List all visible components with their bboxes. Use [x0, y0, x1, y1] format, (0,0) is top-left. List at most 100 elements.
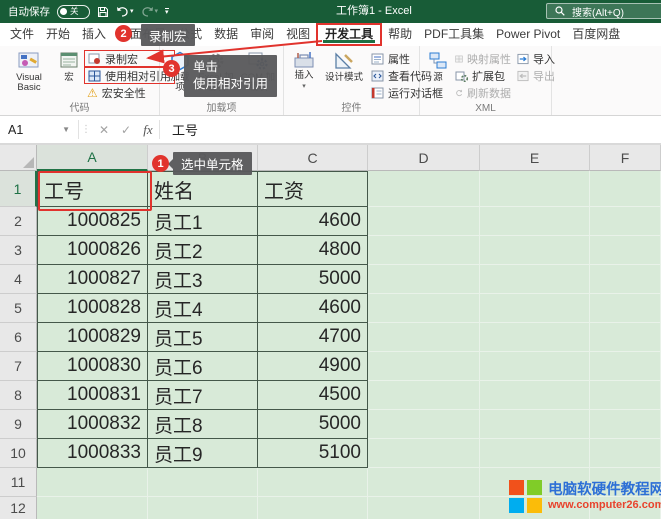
formula-input[interactable]: 工号	[172, 120, 198, 139]
cell-b4[interactable]: 员工3	[148, 265, 258, 294]
cell-f5[interactable]	[590, 294, 661, 323]
cell-b11[interactable]	[148, 468, 258, 497]
select-all-corner[interactable]	[0, 145, 37, 171]
cell-c12[interactable]	[258, 497, 368, 519]
cell-a5[interactable]: 1000828	[37, 294, 148, 323]
tab-baidu-netdisk[interactable]: 百度网盘	[566, 23, 626, 46]
cell-c1[interactable]: 工资	[258, 171, 368, 207]
row-header-6[interactable]: 6	[0, 323, 37, 352]
tab-file[interactable]: 文件	[4, 23, 40, 46]
cell-f3[interactable]	[590, 236, 661, 265]
tab-view[interactable]: 视图	[280, 23, 316, 46]
cell-e6[interactable]	[480, 323, 590, 352]
cell-c6[interactable]: 4700	[258, 323, 368, 352]
cell-f8[interactable]	[590, 381, 661, 410]
cell-e9[interactable]	[480, 410, 590, 439]
cell-a2[interactable]: 1000825	[37, 207, 148, 236]
autosave-toggle[interactable]: 关	[57, 5, 90, 19]
cell-d12[interactable]	[368, 497, 480, 519]
cell-a3[interactable]: 1000826	[37, 236, 148, 265]
formula-bar-handle[interactable]: ⋮	[79, 124, 93, 135]
row-header-10[interactable]: 10	[0, 439, 37, 468]
insert-function-button[interactable]: fx	[137, 122, 159, 138]
cell-f10[interactable]	[590, 439, 661, 468]
cell-a8[interactable]: 1000831	[37, 381, 148, 410]
enter-button[interactable]: ✓	[115, 123, 137, 137]
row-header-8[interactable]: 8	[0, 381, 37, 410]
cell-b3[interactable]: 员工2	[148, 236, 258, 265]
cell-e7[interactable]	[480, 352, 590, 381]
cell-b9[interactable]: 员工8	[148, 410, 258, 439]
cell-e10[interactable]	[480, 439, 590, 468]
cell-a7[interactable]: 1000830	[37, 352, 148, 381]
cancel-button[interactable]: ✕	[93, 123, 115, 137]
cell-a12[interactable]	[37, 497, 148, 519]
insert-control-button[interactable]: 插入 ▾	[288, 48, 320, 90]
cell-f9[interactable]	[590, 410, 661, 439]
row-header-1[interactable]: 1	[0, 171, 37, 207]
cell-a1[interactable]: 工号	[37, 171, 148, 207]
tab-developer[interactable]: 开发工具	[316, 23, 382, 46]
cell-d6[interactable]	[368, 323, 480, 352]
design-mode-button[interactable]: 设计模式	[320, 48, 368, 83]
cell-e8[interactable]	[480, 381, 590, 410]
cell-e3[interactable]	[480, 236, 590, 265]
cell-f4[interactable]	[590, 265, 661, 294]
cell-d11[interactable]	[368, 468, 480, 497]
row-header-11[interactable]: 11	[0, 468, 37, 497]
tab-pdf-tools[interactable]: PDF工具集	[418, 23, 490, 46]
cell-d1[interactable]	[368, 171, 480, 207]
column-header-c[interactable]: C	[258, 145, 368, 171]
cell-c11[interactable]	[258, 468, 368, 497]
cell-c8[interactable]: 4500	[258, 381, 368, 410]
cell-d5[interactable]	[368, 294, 480, 323]
column-header-e[interactable]: E	[480, 145, 590, 171]
tab-insert[interactable]: 插入	[76, 23, 112, 46]
cell-c9[interactable]: 5000	[258, 410, 368, 439]
cell-f2[interactable]	[590, 207, 661, 236]
cell-d8[interactable]	[368, 381, 480, 410]
cell-e4[interactable]	[480, 265, 590, 294]
quick-access-customize-button[interactable]: ▾	[165, 8, 169, 16]
visual-basic-button[interactable]: Visual Basic	[4, 48, 54, 93]
import-button[interactable]: 导入	[514, 50, 558, 67]
tab-help[interactable]: 帮助	[382, 23, 418, 46]
cell-b5[interactable]: 员工4	[148, 294, 258, 323]
cell-c7[interactable]: 4900	[258, 352, 368, 381]
row-header-2[interactable]: 2	[0, 207, 37, 236]
cell-d10[interactable]	[368, 439, 480, 468]
row-header-9[interactable]: 9	[0, 410, 37, 439]
cell-a4[interactable]: 1000827	[37, 265, 148, 294]
xml-source-button[interactable]: 源	[424, 48, 452, 83]
row-header-3[interactable]: 3	[0, 236, 37, 265]
tab-home[interactable]: 开始	[40, 23, 76, 46]
tab-power-pivot[interactable]: Power Pivot	[490, 23, 566, 46]
tab-data[interactable]: 数据	[208, 23, 244, 46]
row-header-4[interactable]: 4	[0, 265, 37, 294]
undo-button[interactable]: ▾	[116, 6, 134, 17]
row-header-7[interactable]: 7	[0, 352, 37, 381]
row-header-12[interactable]: 12	[0, 497, 37, 519]
cell-b12[interactable]	[148, 497, 258, 519]
cell-c10[interactable]: 5100	[258, 439, 368, 468]
cell-f1[interactable]	[590, 171, 661, 207]
cell-f7[interactable]	[590, 352, 661, 381]
cell-a6[interactable]: 1000829	[37, 323, 148, 352]
cell-e1[interactable]	[480, 171, 590, 207]
cell-d7[interactable]	[368, 352, 480, 381]
cell-c5[interactable]: 4600	[258, 294, 368, 323]
redo-button[interactable]: ▾	[141, 6, 159, 17]
cell-c3[interactable]: 4800	[258, 236, 368, 265]
column-header-f[interactable]: F	[590, 145, 661, 171]
cell-b1[interactable]: 姓名	[148, 171, 258, 207]
expansion-packs-button[interactable]: 扩展包	[452, 67, 514, 84]
search-input[interactable]: 搜索(Alt+Q)	[546, 3, 661, 19]
cell-e2[interactable]	[480, 207, 590, 236]
cell-d4[interactable]	[368, 265, 480, 294]
cell-b10[interactable]: 员工9	[148, 439, 258, 468]
cell-d3[interactable]	[368, 236, 480, 265]
cell-c4[interactable]: 5000	[258, 265, 368, 294]
cell-b8[interactable]: 员工7	[148, 381, 258, 410]
cell-e5[interactable]	[480, 294, 590, 323]
row-header-5[interactable]: 5	[0, 294, 37, 323]
